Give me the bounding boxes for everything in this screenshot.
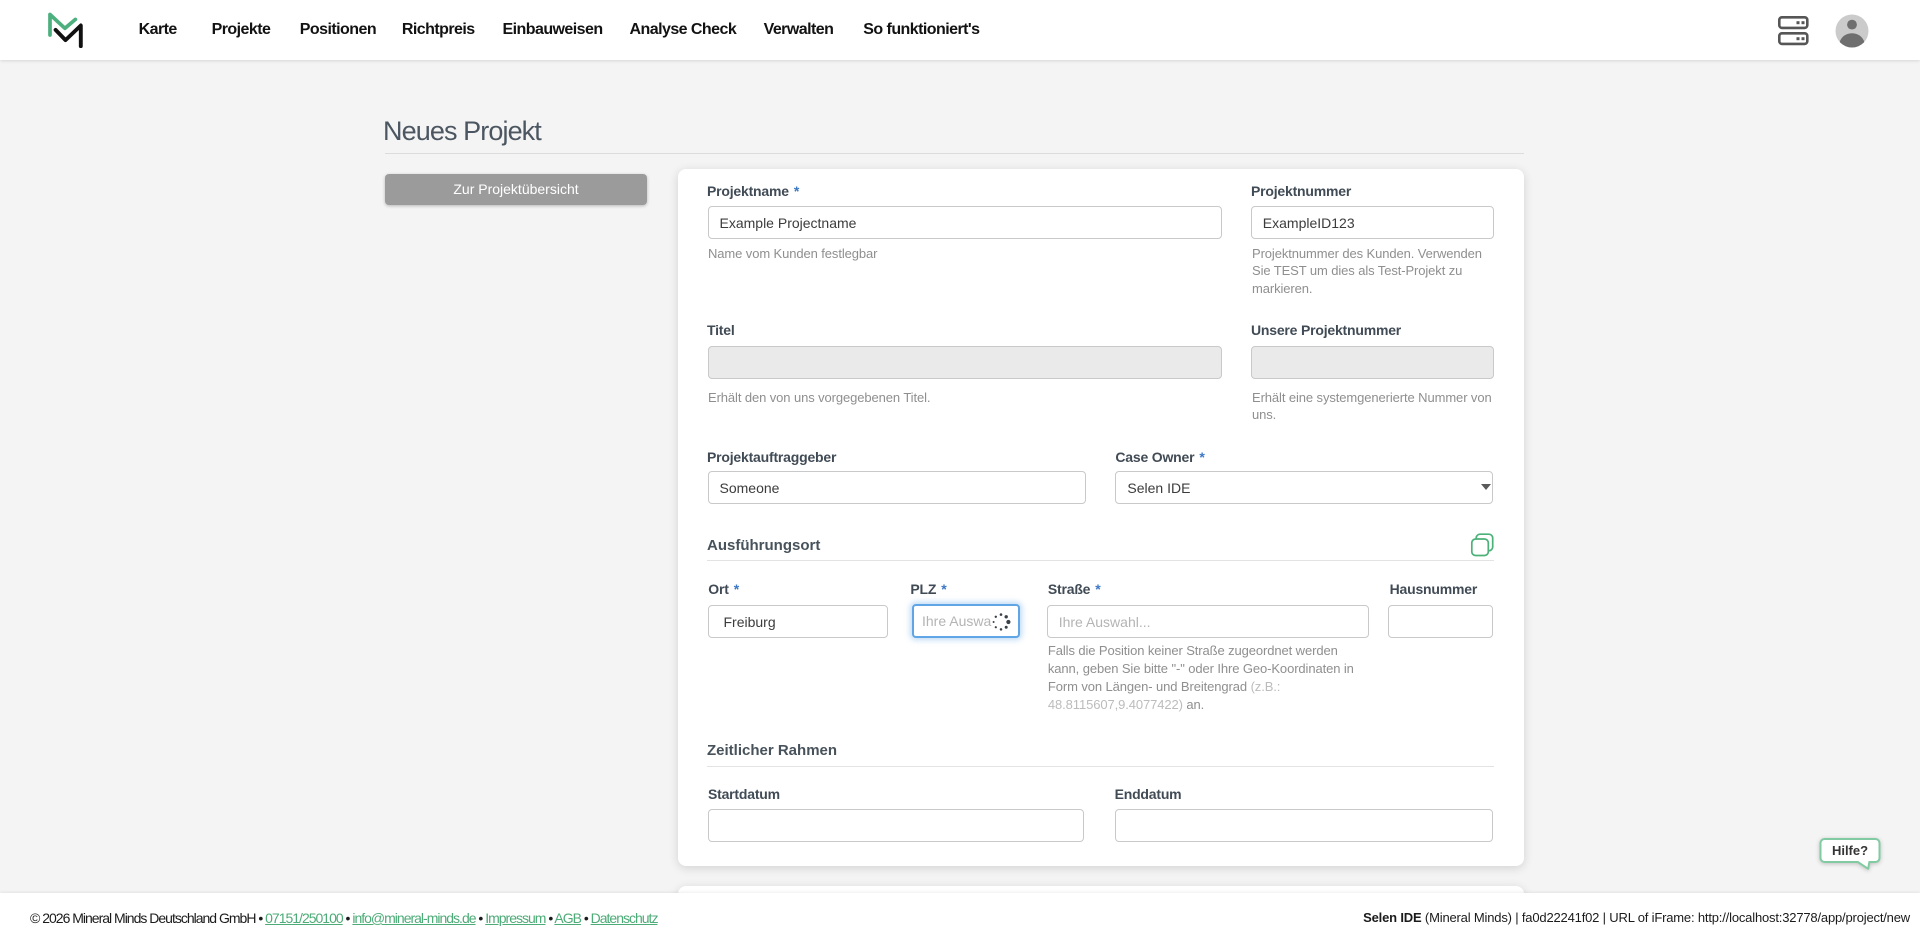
svg-text:Hilfe?: Hilfe? [1832, 843, 1868, 858]
